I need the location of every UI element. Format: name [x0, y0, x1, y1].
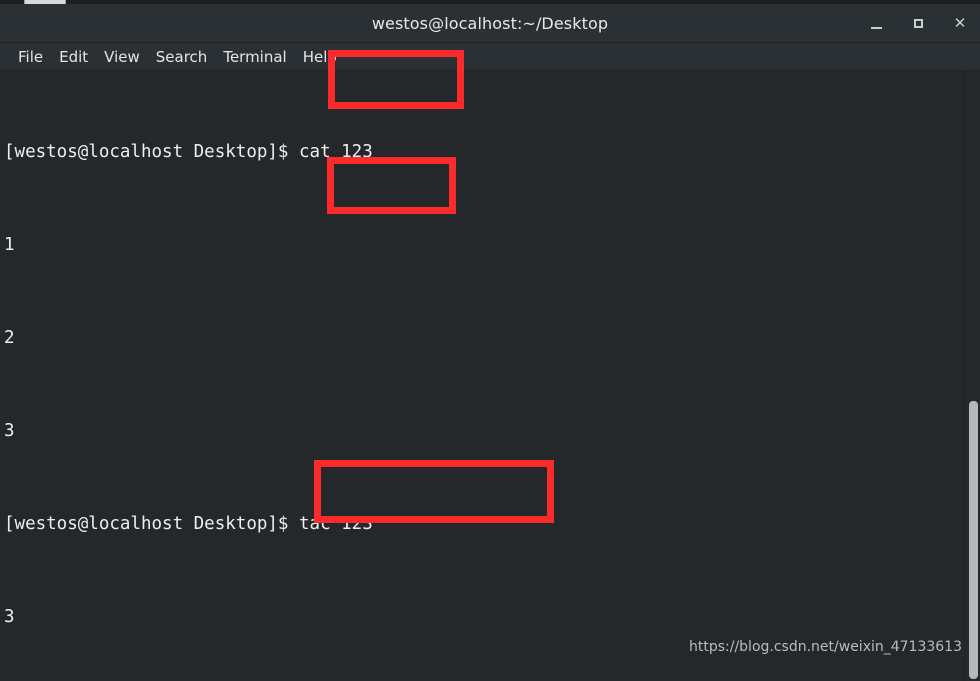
menu-item-view[interactable]: View [96, 46, 148, 68]
title-bar[interactable]: westos@localhost:~/Desktop ✕ [0, 4, 980, 43]
terminal-line: 2 [4, 328, 15, 348]
maximize-icon[interactable] [908, 13, 928, 33]
watermark-text: https://blog.csdn.net/weixin_47133613 [688, 639, 962, 655]
minimize-icon[interactable] [866, 13, 886, 33]
close-icon[interactable]: ✕ [950, 13, 970, 33]
menu-item-file[interactable]: File [10, 46, 51, 68]
terminal-line: 3 [4, 421, 15, 441]
terminal-window: westos@localhost:~/Desktop ✕ File Edit V… [0, 4, 980, 681]
menu-item-terminal[interactable]: Terminal [215, 46, 294, 68]
terminal-line: [westos@localhost Desktop]$ tac 123 [4, 514, 373, 534]
vertical-scrollbar[interactable] [964, 71, 980, 681]
terminal-line: 3 [4, 607, 15, 627]
menu-bar: File Edit View Search Terminal Help [0, 43, 980, 71]
terminal-screen[interactable]: [westos@localhost Desktop]$ cat 123 1 2 … [0, 71, 964, 681]
terminal-line: 1 [4, 235, 15, 255]
terminal-line: [westos@localhost Desktop]$ cat 123 [4, 142, 373, 162]
menu-item-search[interactable]: Search [148, 46, 216, 68]
window-controls: ✕ [866, 4, 970, 42]
menu-item-edit[interactable]: Edit [51, 46, 96, 68]
desktop-background: westos@localhost:~/Desktop ✕ File Edit V… [0, 0, 980, 681]
window-title: westos@localhost:~/Desktop [371, 13, 609, 33]
scrollbar-thumb[interactable] [969, 401, 978, 679]
menu-item-help[interactable]: Help [295, 46, 345, 68]
terminal-output-area[interactable]: [westos@localhost Desktop]$ cat 123 1 2 … [0, 71, 980, 681]
